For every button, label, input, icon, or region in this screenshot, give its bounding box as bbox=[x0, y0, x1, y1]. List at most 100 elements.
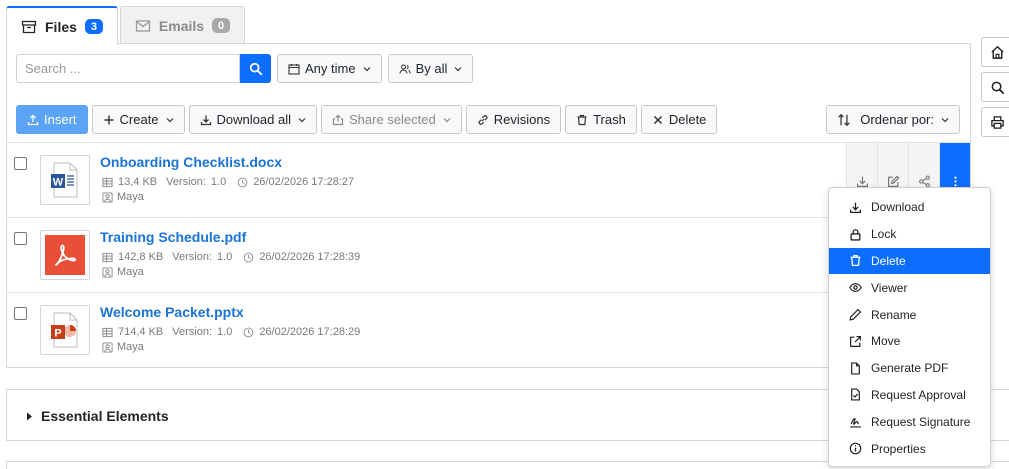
file-row[interactable]: W Onboarding Checklist.docx 13,4 KB Vers… bbox=[7, 142, 970, 217]
file-checkbox[interactable] bbox=[14, 232, 27, 245]
sort-dropdown[interactable]: Ordenar por: bbox=[826, 105, 960, 134]
pdf-file-icon bbox=[40, 230, 90, 280]
menu-item-label: Viewer bbox=[871, 280, 908, 295]
owner-name: Maya bbox=[117, 191, 144, 203]
download-icon bbox=[200, 115, 211, 125]
menu-item-download[interactable]: Download bbox=[829, 194, 990, 221]
trash-icon bbox=[850, 255, 861, 267]
tab-files-label: Files bbox=[45, 18, 77, 35]
external-link-icon bbox=[850, 335, 861, 347]
signature-icon bbox=[850, 418, 861, 428]
file-name-link[interactable]: Welcome Packet.pptx bbox=[100, 304, 244, 320]
menu-item-properties[interactable]: Properties bbox=[829, 435, 990, 462]
file-date: 26/02/2026 17:28:27 bbox=[253, 176, 355, 188]
file-size: 142,8 KB bbox=[118, 251, 164, 263]
users-icon bbox=[399, 64, 411, 74]
menu-item-generate-pdf[interactable]: Generate PDF bbox=[829, 355, 990, 382]
trash-icon bbox=[577, 114, 587, 125]
delete-button[interactable]: Delete bbox=[640, 105, 718, 134]
envelope-icon bbox=[135, 19, 151, 32]
share-selected-dropdown[interactable]: Share selected bbox=[320, 105, 462, 134]
menu-item-request-approval[interactable]: Request Approval bbox=[829, 382, 990, 409]
version-value: 1.0 bbox=[217, 326, 233, 338]
print-button[interactable] bbox=[981, 107, 1009, 137]
tab-emails-label: Emails bbox=[158, 17, 205, 34]
tab-emails[interactable]: Emails 0 bbox=[119, 6, 246, 44]
user-icon bbox=[102, 341, 113, 353]
file-name-link[interactable]: Onboarding Checklist.docx bbox=[100, 154, 282, 170]
time-filter-dropdown[interactable]: Any time bbox=[277, 54, 382, 83]
search-button[interactable] bbox=[240, 54, 271, 83]
table-icon bbox=[102, 252, 113, 262]
file-check-icon bbox=[851, 388, 860, 401]
section-title: Essential Elements bbox=[41, 408, 169, 424]
side-toolbar bbox=[981, 37, 1009, 142]
file-name-link[interactable]: Training Schedule.pdf bbox=[100, 229, 246, 245]
close-icon bbox=[653, 115, 662, 124]
file-checkbox[interactable] bbox=[14, 157, 27, 170]
user-filter-dropdown[interactable]: By all bbox=[387, 54, 474, 83]
menu-item-label: Download bbox=[871, 200, 925, 215]
version-value: 1.0 bbox=[210, 176, 227, 188]
menu-item-rename[interactable]: Rename bbox=[829, 301, 990, 328]
create-dropdown[interactable]: Create bbox=[91, 105, 185, 134]
home-icon bbox=[991, 45, 1004, 59]
menu-item-label: Move bbox=[871, 334, 901, 349]
tab-files[interactable]: Files 3 bbox=[6, 6, 118, 45]
sort-arrows-icon bbox=[838, 113, 851, 126]
file-icon bbox=[851, 362, 860, 375]
clock-icon bbox=[243, 252, 254, 262]
caret-right-icon bbox=[27, 412, 32, 420]
chevron-down-icon bbox=[941, 117, 949, 122]
file-row[interactable]: P Welcome Packet.pptx 714,4 KB Version: … bbox=[7, 292, 970, 367]
share-icon bbox=[332, 114, 344, 125]
info-icon bbox=[849, 442, 862, 455]
create-label: Create bbox=[119, 112, 159, 127]
menu-item-delete[interactable]: Delete bbox=[829, 247, 990, 275]
calendar-icon bbox=[288, 63, 300, 75]
menu-item-viewer[interactable]: Viewer bbox=[829, 274, 990, 301]
vertical-dots-icon bbox=[953, 176, 957, 186]
menu-item-move[interactable]: Move bbox=[829, 328, 990, 355]
table-icon bbox=[102, 177, 113, 187]
file-owner: Maya bbox=[102, 266, 144, 278]
file-meta: 142,8 KB Version: 1.0 26/02/2026 17:28:3… bbox=[102, 251, 360, 263]
search-input[interactable] bbox=[16, 54, 240, 83]
home-button[interactable] bbox=[981, 37, 1009, 67]
menu-item-label: Properties bbox=[871, 441, 926, 456]
emails-count-badge: 0 bbox=[212, 18, 231, 33]
search-icon bbox=[249, 62, 262, 75]
search-row: Any time By all bbox=[16, 54, 474, 83]
edit-icon bbox=[887, 175, 899, 187]
owner-name: Maya bbox=[117, 341, 144, 353]
menu-item-label: Rename bbox=[871, 307, 917, 322]
delete-label: Delete bbox=[668, 112, 707, 127]
menu-item-request-signature[interactable]: Request Signature bbox=[829, 408, 990, 435]
plus-icon bbox=[104, 115, 114, 124]
file-meta: 13,4 KB Version: 1.0 26/02/2026 17:28:27 bbox=[102, 176, 354, 188]
time-filter-label: Any time bbox=[305, 61, 356, 76]
menu-item-label: Lock bbox=[871, 227, 897, 242]
tab-bar: Files 3 Emails 0 bbox=[6, 6, 247, 45]
version-label: Version: bbox=[166, 176, 206, 188]
version-label: Version: bbox=[172, 251, 213, 263]
archive-icon bbox=[21, 20, 37, 33]
file-row[interactable]: Training Schedule.pdf 142,8 KB Version: … bbox=[7, 217, 970, 292]
file-owner: Maya bbox=[102, 341, 144, 353]
file-checkbox[interactable] bbox=[14, 307, 27, 320]
file-context-menu: Download Lock Delete Viewer Rename Move … bbox=[828, 187, 991, 467]
revisions-button[interactable]: Revisions bbox=[465, 105, 562, 134]
trash-button[interactable]: Trash bbox=[565, 105, 637, 134]
search-side-button[interactable] bbox=[981, 72, 1009, 102]
chevron-down-icon bbox=[166, 117, 173, 122]
insert-label: Insert bbox=[44, 112, 77, 127]
download-icon bbox=[856, 176, 868, 187]
files-count-badge: 3 bbox=[84, 19, 103, 34]
search-icon bbox=[991, 81, 1004, 94]
download-all-dropdown[interactable]: Download all bbox=[188, 105, 317, 134]
insert-button[interactable]: Insert bbox=[16, 105, 88, 134]
menu-item-lock[interactable]: Lock bbox=[829, 221, 990, 248]
section-header[interactable]: Essential Elements bbox=[26, 408, 169, 424]
file-date: 26/02/2026 17:28:29 bbox=[259, 326, 361, 338]
svg-text:W: W bbox=[53, 177, 64, 189]
